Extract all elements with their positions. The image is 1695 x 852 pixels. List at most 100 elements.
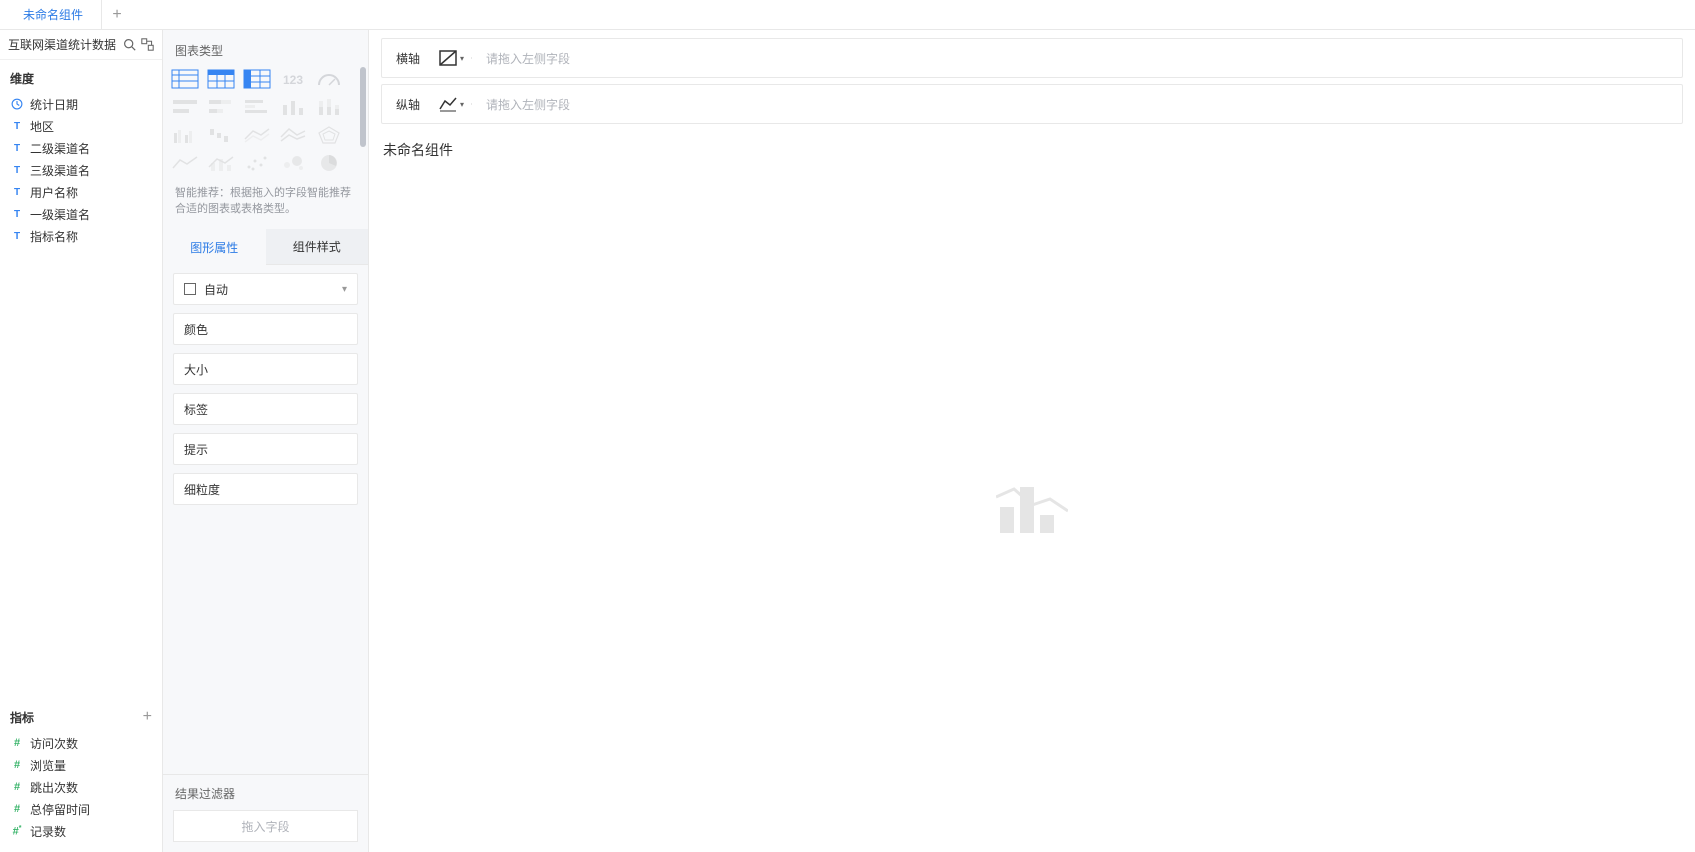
field-label: 浏览量 (30, 757, 66, 774)
svg-text:123: 123 (283, 73, 303, 87)
pie-icon[interactable] (313, 151, 345, 175)
result-filter-dropzone[interactable]: 拖入字段 (173, 810, 358, 842)
prop-tooltip[interactable]: 提示 (173, 433, 358, 465)
prop-granularity[interactable]: 细粒度 (173, 473, 358, 505)
table-cross-icon[interactable] (205, 67, 237, 91)
range-area-icon[interactable] (277, 123, 309, 147)
chart-type-hint: 智能推荐：根据拖入的字段智能推荐合适的图表或表格类型。 (163, 175, 368, 229)
tab-unnamed[interactable]: 未命名组件 (5, 0, 102, 30)
number-icon: # (10, 737, 24, 749)
measure-field[interactable]: # 跳出次数 (0, 776, 162, 798)
dimension-field[interactable]: T 指标名称 (0, 225, 162, 247)
table-group-icon[interactable] (169, 67, 201, 91)
chart-type-title: 图表类型 (163, 30, 368, 67)
combo-icon[interactable] (205, 151, 237, 175)
tab-add-button[interactable]: + (102, 6, 132, 24)
field-label: 跳出次数 (30, 779, 78, 796)
dimension-field[interactable]: T 一级渠道名 (0, 203, 162, 225)
subtab-component-style[interactable]: 组件样式 (266, 229, 369, 265)
table-detail-icon[interactable] (241, 67, 273, 91)
bubble-icon[interactable] (277, 151, 309, 175)
result-filter-title: 结果过滤器 (163, 774, 368, 810)
dimension-field[interactable]: T 三级渠道名 (0, 159, 162, 181)
square-icon (184, 283, 196, 295)
canvas-body[interactable] (381, 170, 1683, 844)
radar-icon[interactable] (313, 123, 345, 147)
line-icon[interactable] (169, 151, 201, 175)
subtab-graphic-properties[interactable]: 图形属性 (163, 229, 266, 265)
result-filter-block: 结果过滤器 拖入字段 (163, 774, 368, 852)
field-label: 用户名称 (30, 184, 78, 201)
multi-line-icon[interactable] (241, 123, 273, 147)
chart-type-scrollbar[interactable] (360, 67, 366, 187)
switch-datasource-icon[interactable] (140, 38, 154, 52)
dimension-field[interactable]: T 二级渠道名 (0, 137, 162, 159)
property-subtabs: 图形属性 组件样式 (163, 229, 368, 265)
search-icon[interactable] (122, 38, 136, 52)
field-label: 总停留时间 (30, 801, 90, 818)
field-label: 记录数 (30, 823, 66, 840)
field-label: 二级渠道名 (30, 140, 90, 157)
gauge-icon[interactable] (313, 67, 345, 91)
multi-bar-icon[interactable] (241, 95, 273, 119)
field-label: 三级渠道名 (30, 162, 90, 179)
field-label: 一级渠道名 (30, 206, 90, 223)
prop-auto-label: 自动 (204, 281, 228, 298)
column-icon[interactable] (277, 95, 309, 119)
text-icon: T (10, 143, 24, 154)
stacked-bar-icon[interactable] (205, 95, 237, 119)
field-label: 地区 (30, 118, 54, 135)
measures-title: 指标 + (0, 698, 162, 732)
scatter-icon[interactable] (241, 151, 273, 175)
field-label: 指标名称 (30, 228, 78, 245)
x-axis-dropzone[interactable]: 请拖入左侧字段 (472, 50, 1682, 67)
canvas-area: 横轴 ▾ 请拖入左侧字段 纵轴 ▾ 请拖入左侧字段 未命名组件 (369, 30, 1695, 852)
dimensions-list: 统计日期 T 地区 T 二级渠道名 T 三级渠道名 T 用户名称 T 一级渠道名 T 指标名称 (0, 93, 162, 247)
dimension-field[interactable]: 统计日期 (0, 93, 162, 115)
dimension-field[interactable]: T 地区 (0, 115, 162, 137)
measure-field[interactable]: # 浏览量 (0, 754, 162, 776)
text-icon: T (10, 209, 24, 220)
y-axis-label: 纵轴 (396, 96, 420, 113)
partition-bar-icon[interactable] (169, 95, 201, 119)
prop-label[interactable]: 标签 (173, 393, 358, 425)
multi-column-icon[interactable] (169, 123, 201, 147)
left-panel: 互联网渠道统计数据 维度 统计日期 T 地区 T 二级渠道名 T 三级渠道名 T 用户名称 T 一级… (0, 30, 163, 852)
datasource-bar: 互联网渠道统计数据 (0, 30, 162, 60)
chart-type-grid: 123 (169, 67, 355, 175)
measure-field[interactable]: # 总停留时间 (0, 798, 162, 820)
dimension-field[interactable]: T 用户名称 (0, 181, 162, 203)
number-icon: # (10, 781, 24, 793)
number-icon: #* (10, 825, 24, 838)
x-axis-row: 横轴 ▾ 请拖入左侧字段 (381, 38, 1683, 78)
top-tab-bar: 未命名组件 + (0, 0, 1695, 30)
number-icon: # (10, 759, 24, 771)
x-axis-type-icon[interactable]: ▾ (438, 49, 464, 67)
stacked-column-icon[interactable] (313, 95, 345, 119)
y-axis-type-icon[interactable]: ▾ (438, 95, 464, 113)
field-label: 访问次数 (30, 735, 78, 752)
graphic-properties-panel: 自动 ▾ 颜色 大小 标签 提示 细粒度 (163, 265, 368, 513)
text-icon: T (10, 231, 24, 242)
measures-list: # 访问次数 # 浏览量 # 跳出次数 # 总停留时间 #* 记录数 (0, 732, 162, 852)
prop-auto[interactable]: 自动 ▾ (173, 273, 358, 305)
datasource-name: 互联网渠道统计数据 (8, 36, 118, 53)
y-axis-dropzone[interactable]: 请拖入左侧字段 (472, 96, 1682, 113)
dimensions-title: 维度 (0, 60, 162, 93)
y-axis-row: 纵轴 ▾ 请拖入左侧字段 (381, 84, 1683, 124)
chevron-down-icon: ▾ (342, 284, 347, 295)
kpi-icon[interactable]: 123 (277, 67, 309, 91)
canvas-title[interactable]: 未命名组件 (381, 130, 1683, 170)
measure-field[interactable]: # 访问次数 (0, 732, 162, 754)
prop-size[interactable]: 大小 (173, 353, 358, 385)
field-label: 统计日期 (30, 96, 78, 113)
text-icon: T (10, 121, 24, 132)
text-icon: T (10, 165, 24, 176)
add-measure-button[interactable]: + (143, 708, 152, 726)
waterfall-icon[interactable] (205, 123, 237, 147)
clock-icon (10, 98, 24, 110)
measure-field[interactable]: #* 记录数 (0, 820, 162, 842)
number-icon: # (10, 803, 24, 815)
prop-color[interactable]: 颜色 (173, 313, 358, 345)
text-icon: T (10, 187, 24, 198)
